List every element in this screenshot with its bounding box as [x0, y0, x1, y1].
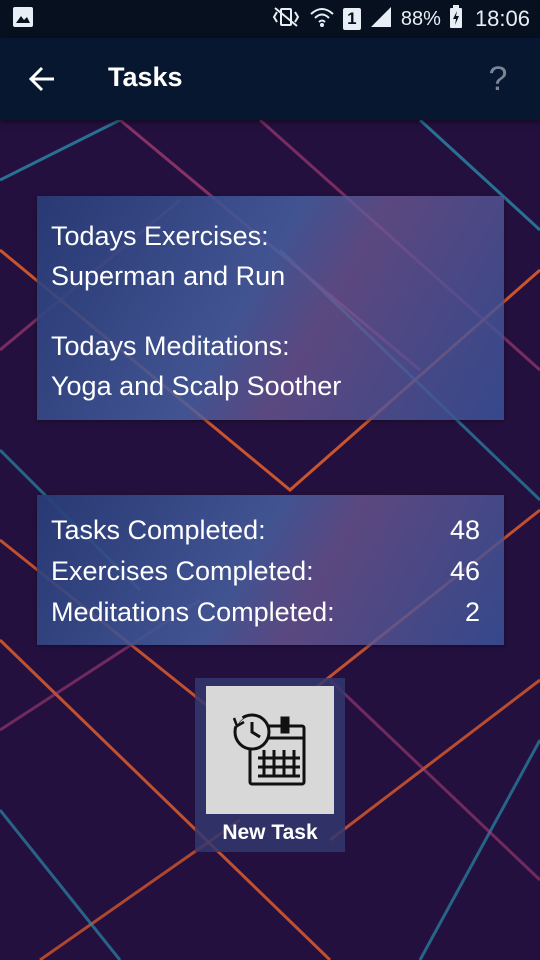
todays-activities-card: Todays Exercises: Superman and Run Today…: [37, 196, 504, 420]
new-task-button[interactable]: New Task: [195, 678, 345, 852]
battery-percent: 88%: [400, 7, 441, 30]
todays-exercises-label: Todays Exercises:: [51, 221, 269, 251]
todays-meditations-value: Yoga and Scalp Soother: [51, 371, 342, 401]
new-task-tile[interactable]: [206, 686, 334, 814]
vibrate-icon: [271, 6, 301, 33]
stats-card: Tasks Completed: 48 Exercises Completed:…: [37, 495, 504, 645]
signal-icon: [369, 6, 393, 33]
back-button[interactable]: [18, 55, 66, 103]
stat-value: 2: [464, 597, 480, 627]
stat-row-meditations: Meditations Completed: 2: [51, 592, 480, 633]
clock: 18:06: [474, 6, 530, 31]
todays-meditations-label: Todays Meditations:: [51, 331, 290, 361]
wifi-icon: [309, 6, 335, 33]
app-screen: 1 88% 18:06 Tasks ? Todays Exercises: Su…: [0, 0, 540, 960]
app-bar: Tasks ?: [0, 38, 540, 120]
stat-row-tasks: Tasks Completed: 48: [51, 510, 480, 551]
todays-exercises-value: Superman and Run: [51, 261, 286, 291]
stat-label: Exercises Completed:: [51, 556, 314, 586]
image-notification-icon: [12, 6, 34, 33]
stat-label: Tasks Completed:: [51, 515, 266, 545]
stat-row-exercises: Exercises Completed: 46: [51, 551, 480, 592]
stat-value: 46: [449, 556, 480, 586]
help-button[interactable]: ?: [474, 55, 522, 103]
sim-icon: 1: [342, 8, 361, 30]
schedule-calendar-icon: [232, 713, 306, 786]
stat-value: 48: [449, 515, 480, 545]
arrow-left-icon: [28, 66, 54, 92]
battery-charging-icon: [449, 4, 463, 34]
page-title: Tasks: [108, 62, 183, 92]
stat-label: Meditations Completed:: [51, 597, 335, 627]
new-task-label: New Task: [222, 821, 318, 844]
status-bar: 1 88% 18:06: [0, 0, 540, 38]
